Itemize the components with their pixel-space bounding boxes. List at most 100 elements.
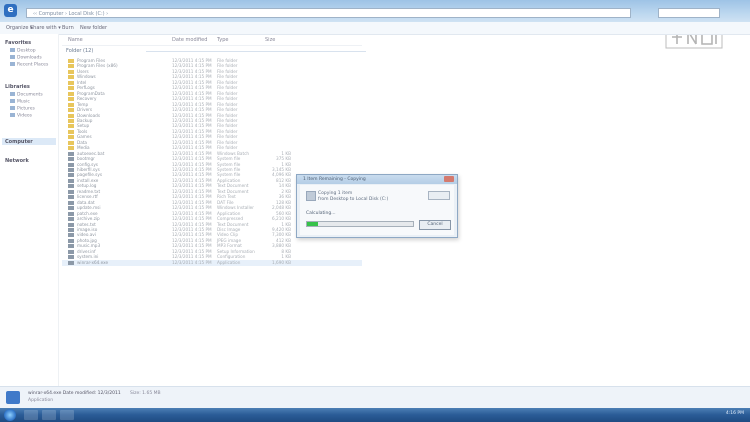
pictures-icon [10, 106, 15, 110]
file-copy-icon [306, 191, 316, 201]
file-icon [68, 217, 74, 222]
folder-icon [68, 146, 74, 151]
folder-icon [68, 59, 74, 63]
application-icon [6, 391, 20, 404]
folder-icon [68, 86, 74, 91]
nav-item-videos[interactable]: Videos [10, 113, 32, 119]
folder-icon [68, 91, 74, 96]
copy-progress-bar [306, 221, 414, 227]
column-header-name[interactable]: Name [68, 36, 83, 44]
file-icon [68, 200, 74, 205]
file-icon [68, 255, 74, 260]
folder-icon [68, 108, 74, 113]
search-input[interactable] [658, 8, 720, 18]
file-size-cell: 1,690 KB [272, 259, 291, 265]
nav-item-documents[interactable]: Documents [10, 92, 43, 98]
nav-favorites-header[interactable]: Favorites [5, 40, 31, 46]
folder-icon [68, 97, 74, 102]
file-type-cell: Application [217, 259, 241, 265]
command-toolbar: Organize ▾ Share with ▾ Burn New folder [0, 22, 750, 35]
taskbar-ie-icon[interactable] [24, 410, 38, 420]
file-icon [68, 184, 74, 189]
file-icon [68, 249, 74, 254]
file-icon [68, 244, 74, 249]
file-icon [68, 233, 74, 238]
taskbar: 4:16 PM [0, 408, 750, 422]
file-icon [68, 222, 74, 227]
navigation-pane: Favorites Desktop Downloads Recent Place… [0, 34, 59, 386]
nav-item-desktop[interactable]: Desktop [10, 48, 36, 54]
videos-icon [10, 113, 15, 117]
file-icon [68, 189, 74, 194]
file-date-cell: 12/3/2011 4:15 PM [172, 259, 212, 265]
copy-progress-dialog: 1 Item Remaining - Copying Copying 1 ite… [296, 174, 458, 238]
nav-item-recent-places[interactable]: Recent Places [10, 62, 48, 68]
dialog-close-button[interactable] [444, 176, 454, 182]
details-size: Size: 1.65 MB [130, 391, 161, 396]
nav-computer-header[interactable]: Computer [5, 139, 33, 145]
dialog-title: 1 Item Remaining - Copying [303, 177, 366, 182]
start-button[interactable] [4, 409, 16, 421]
column-header-divider [62, 45, 362, 46]
file-icon [68, 195, 74, 200]
documents-icon [10, 92, 15, 96]
details-filename: winrar-x64.exe Date modified: 12/3/2011 [28, 391, 121, 396]
folder-icon [68, 64, 74, 69]
title-bar: e ‹‹ Computer › Local Disk (C:) › [0, 0, 750, 22]
nav-item-music[interactable]: Music [10, 99, 30, 105]
group-header[interactable]: Folder (12) [66, 48, 93, 54]
column-header-size[interactable]: Size [265, 36, 275, 44]
nav-item-pictures[interactable]: Pictures [10, 106, 35, 112]
folder-icon [68, 129, 74, 134]
file-icon [68, 227, 74, 232]
column-header-date[interactable]: Date modified [172, 36, 207, 44]
folder-icon [68, 80, 74, 85]
folder-icon [68, 102, 74, 107]
recent-places-icon [10, 62, 15, 66]
folder-icon [68, 124, 74, 129]
taskbar-media-icon[interactable] [60, 410, 74, 420]
taskbar-explorer-icon[interactable] [42, 410, 56, 420]
details-type: Application [28, 398, 54, 403]
dialog-copy-count: Copying 1 item [318, 191, 353, 196]
dialog-more-details-button[interactable] [428, 191, 450, 200]
file-icon [68, 168, 74, 172]
table-row[interactable]: winrar-x64.exe 12/3/2011 4:15 PM Applicati… [62, 259, 362, 266]
nav-item-downloads[interactable]: Downloads [10, 55, 42, 61]
cancel-button[interactable]: Cancel [419, 220, 451, 230]
column-header-type[interactable]: Type [217, 36, 228, 44]
folder-icon [68, 135, 74, 140]
music-icon [10, 99, 15, 103]
explorer-app-icon[interactable]: e [4, 4, 17, 17]
file-icon [68, 162, 74, 167]
copy-progress-fill [307, 222, 318, 226]
nav-network-header[interactable]: Network [5, 158, 29, 164]
burn-button[interactable]: Burn [62, 25, 74, 31]
dialog-body: Copying 1 item from Desktop to Local Dis… [300, 185, 454, 235]
nav-libraries-header[interactable]: Libraries [5, 84, 30, 90]
new-folder-button[interactable]: New folder [80, 25, 107, 31]
file-icon [68, 238, 74, 243]
group-divider [146, 51, 366, 52]
file-icon [68, 211, 74, 216]
details-pane: winrar-x64.exe Date modified: 12/3/2011 … [0, 386, 750, 409]
address-bar[interactable]: ‹‹ Computer › Local Disk (C:) › [26, 8, 631, 18]
folder-icon [68, 113, 74, 118]
file-icon [68, 206, 74, 211]
dialog-status-label: Calculating... [306, 211, 336, 216]
desktop-icon [10, 48, 15, 52]
file-icon [68, 151, 74, 156]
folder-icon [68, 118, 74, 123]
share-with-menu[interactable]: Share with ▾ [30, 25, 61, 31]
dialog-title-bar[interactable]: 1 Item Remaining - Copying [297, 175, 457, 184]
folder-icon [68, 75, 74, 80]
file-icon [68, 178, 74, 183]
file-name-cell: winrar-x64.exe [77, 259, 109, 265]
tray-clock[interactable]: 4:16 PM [726, 411, 744, 416]
file-icon [68, 260, 74, 265]
file-icon [68, 173, 74, 178]
downloads-icon [10, 55, 15, 59]
organize-menu[interactable]: Organize ▾ [6, 25, 33, 31]
folder-icon [68, 69, 74, 74]
file-icon [68, 157, 74, 162]
